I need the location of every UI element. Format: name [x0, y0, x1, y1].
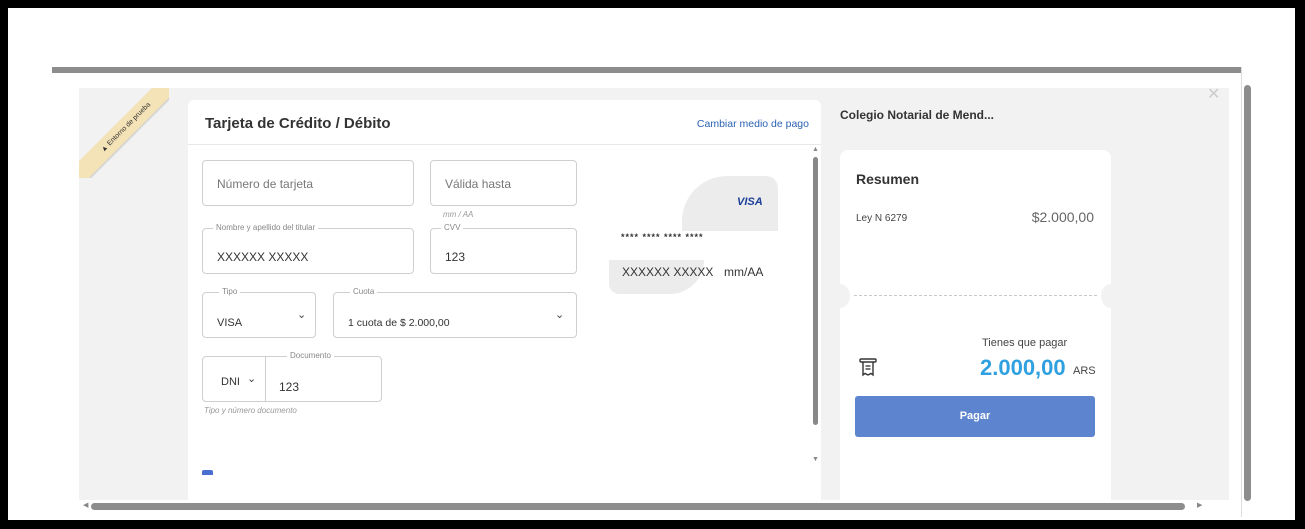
card-type-label: Tipo: [219, 287, 241, 296]
document-number-value: 123: [279, 380, 300, 394]
merchant-name: Colegio Notarial de Mend...: [840, 108, 995, 122]
cardholder-name-input[interactable]: Nombre y apellido del titular XXXXXX XXX…: [202, 223, 414, 274]
cardholder-name-label: Nombre y apellido del titular: [213, 223, 319, 232]
amount-due-value: 2.000,00: [980, 355, 1066, 380]
form-scrollbar-thumb[interactable]: [813, 157, 818, 425]
amount-due-label: Tienes que pagar: [982, 337, 1068, 349]
installments-select[interactable]: Cuota 1 cuota de $ 2.000,00 ⌄: [333, 287, 577, 338]
cvv-input[interactable]: CVV 123: [430, 223, 577, 274]
summary-card: Resumen Ley N 6279 $2.000,00 Tienes que …: [830, 150, 1121, 500]
installments-label: Cuota: [350, 287, 378, 296]
chevron-down-icon: ⌄: [555, 309, 565, 321]
card-brand-logo: VISA: [737, 196, 763, 208]
document-divider: [265, 357, 266, 401]
change-payment-method-link[interactable]: Cambiar medio de pago: [697, 118, 809, 130]
cvv-label: CVV: [441, 223, 464, 232]
scroll-left-arrow-icon[interactable]: ◀: [83, 501, 88, 509]
pay-button[interactable]: Pagar: [855, 396, 1095, 437]
card-type-value: VISA: [217, 317, 243, 329]
card-number-placeholder: Número de tarjeta: [217, 177, 314, 191]
document-label: Documento: [287, 351, 334, 360]
summary-item-amount: $2.000,00: [1031, 209, 1094, 225]
card-preview-holder: XXXXXX XXXXX: [622, 265, 714, 279]
installments-value: 1 cuota de $ 2.000,00: [348, 317, 450, 329]
document-input[interactable]: Documento DNI ⌄ 123: [202, 351, 382, 402]
cvv-value: 123: [445, 250, 466, 264]
test-environment-ribbon: ▲ Entorno de prueba: [79, 88, 169, 178]
card-form-panel: Tarjeta de Crédito / Débito Cambiar medi…: [188, 100, 821, 500]
summary-title: Resumen: [856, 171, 920, 187]
document-type-select[interactable]: DNI: [221, 376, 240, 388]
summary-item-label: Ley N 6279: [856, 213, 908, 224]
card-number-input[interactable]: Número de tarjeta: [202, 160, 414, 206]
card-preview-shape-top: [682, 176, 778, 231]
card-preview-number: **** **** **** ****: [621, 232, 704, 242]
card-form-header: Tarjeta de Crédito / Débito Cambiar medi…: [188, 100, 821, 145]
scroll-right-arrow-icon[interactable]: ▶: [1197, 501, 1202, 509]
document-hint: Tipo y número documento: [204, 406, 297, 415]
page-horizontal-scrollbar[interactable]: ◀ ▶: [57, 500, 1240, 513]
expiry-hint: mm / AA: [443, 210, 474, 219]
amount-due-currency: ARS: [1073, 365, 1096, 377]
expiry-input[interactable]: Válida hasta: [430, 160, 577, 206]
receipt-icon: [859, 358, 877, 377]
card-type-select[interactable]: Tipo VISA ⌄: [202, 287, 316, 338]
card-form-title: Tarjeta de Crédito / Débito: [205, 115, 391, 132]
close-icon[interactable]: ✕: [1207, 84, 1220, 104]
ticket-notch-right: [1101, 284, 1121, 308]
ribbon-text: Entorno de prueba: [106, 101, 153, 148]
scroll-down-arrow-icon[interactable]: ▼: [812, 456, 819, 463]
summary-divider: [854, 295, 1097, 296]
page-vertical-scrollbar-thumb[interactable]: [1244, 85, 1251, 501]
page-horizontal-scrollbar-thumb[interactable]: [91, 503, 1185, 510]
cardholder-name-value: XXXXXX XXXXX: [217, 250, 309, 264]
chevron-down-icon: ⌄: [297, 309, 307, 321]
chevron-down-icon[interactable]: ⌄: [247, 372, 256, 385]
card-preview-expiry: mm/AA: [724, 265, 764, 279]
expiry-placeholder: Válida hasta: [445, 177, 512, 191]
checkbox-label-cut: [221, 470, 391, 474]
page-vertical-scrollbar[interactable]: [1241, 67, 1253, 517]
ticket-notch-left: [830, 284, 850, 308]
scroll-up-arrow-icon[interactable]: ▲: [812, 146, 819, 153]
form-vertical-scrollbar[interactable]: ▲ ▼: [812, 146, 820, 473]
save-card-checkbox[interactable]: [202, 470, 213, 475]
